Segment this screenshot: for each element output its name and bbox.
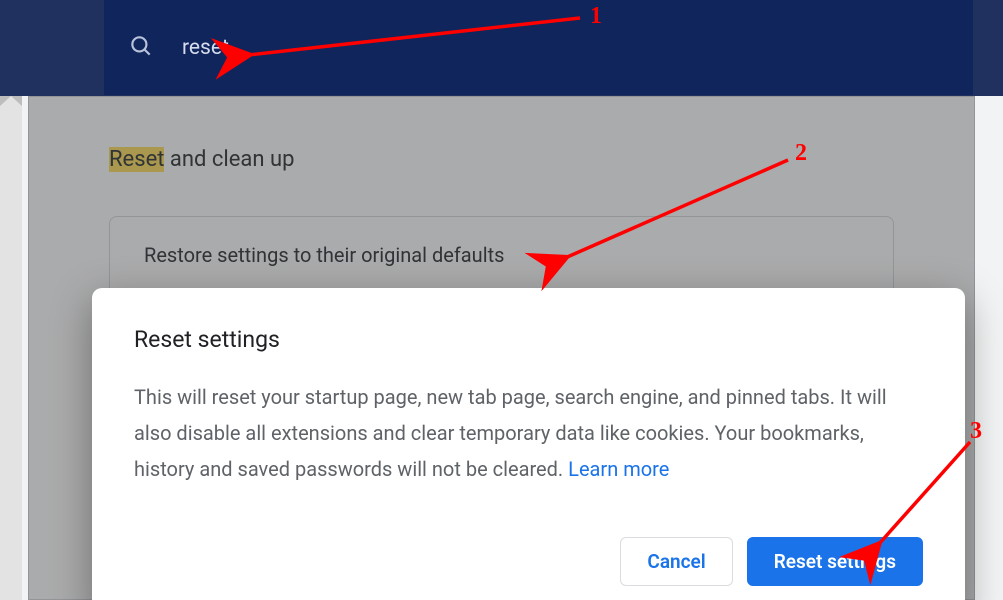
section-title: Reset and clean up [109,147,894,172]
dialog-body-text: This will reset your startup page, new t… [134,385,887,481]
settings-header [0,0,1003,96]
search-icon [128,33,154,63]
collapsed-sidebar[interactable] [0,96,22,600]
cancel-button[interactable]: Cancel [620,537,732,586]
dialog-title: Reset settings [134,326,923,353]
dialog-body: This will reset your startup page, new t… [134,379,923,487]
section-title-highlight: Reset [109,147,164,172]
reset-settings-button[interactable]: Reset settings [747,537,923,586]
reset-settings-dialog: Reset settings This will reset your star… [92,288,965,600]
restore-defaults-label: Restore settings to their original defau… [144,243,504,267]
learn-more-link[interactable]: Learn more [568,457,669,481]
restore-defaults-row[interactable]: Restore settings to their original defau… [109,216,894,294]
dialog-actions: Cancel Reset settings [134,537,923,590]
section-title-rest: and clean up [164,147,294,172]
search-input[interactable] [182,36,482,60]
search-bar[interactable] [104,0,973,95]
